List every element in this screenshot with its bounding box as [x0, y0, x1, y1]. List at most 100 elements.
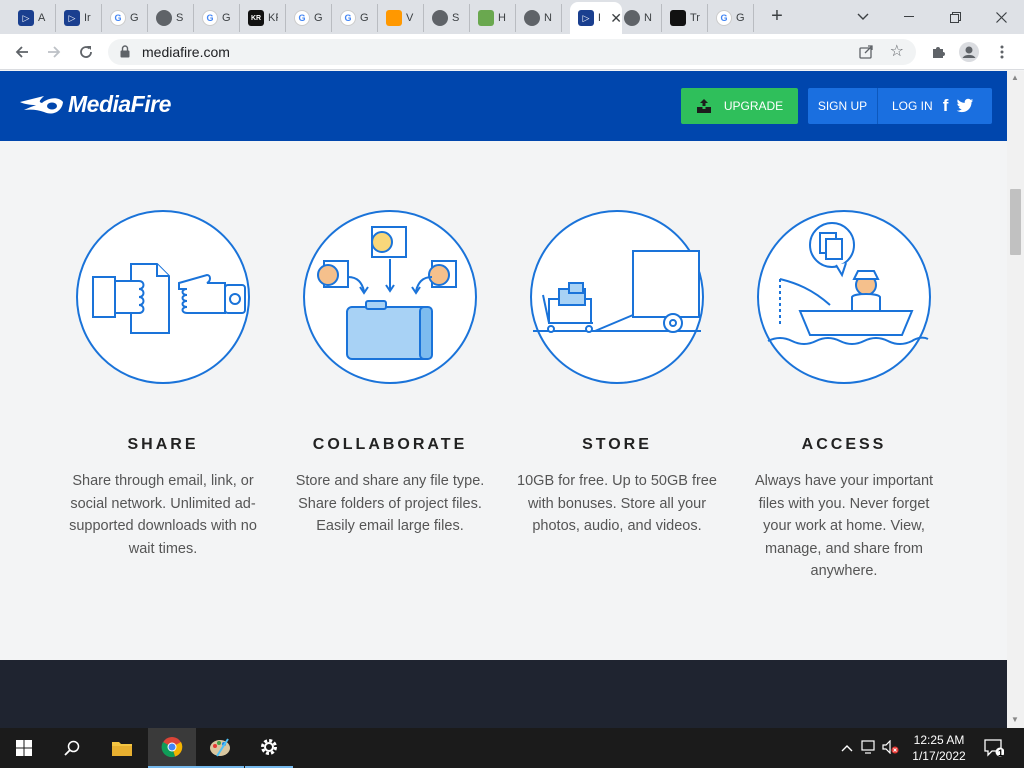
tab-title: N	[544, 12, 552, 24]
feature-store: STORE 10GB for free. Up to 50GB free wit…	[512, 209, 722, 538]
feature-collaborate: COLLABORATE Store and share any file typ…	[285, 209, 495, 538]
back-arrow-icon	[15, 46, 28, 58]
google-icon: G	[294, 10, 310, 26]
forward-button[interactable]	[42, 40, 66, 64]
search-button[interactable]	[48, 728, 96, 768]
browser-menu-icon[interactable]	[992, 42, 1012, 62]
browser-tab[interactable]: GG h	[194, 4, 240, 32]
upgrade-label: UPGRADE	[723, 99, 784, 113]
upload-box-icon	[696, 99, 711, 113]
restore-button[interactable]	[932, 4, 978, 30]
file-explorer-button[interactable]	[98, 728, 146, 768]
globe-icon	[156, 10, 172, 26]
screen: ▷A▷IrGG cSGG hKRKR HGG nGG leVSHN▷Fi✕NTr…	[0, 0, 1024, 768]
browser-tab[interactable]: GG n	[286, 4, 332, 32]
extensions-puzzle-icon[interactable]	[928, 42, 948, 62]
system-tray	[838, 728, 902, 768]
scrollbar-thumb[interactable]	[1010, 189, 1021, 255]
tab-title: H	[498, 12, 506, 24]
url-text[interactable]: mediafire.com	[142, 44, 230, 60]
sign-up-button[interactable]: SIGN UP	[808, 88, 878, 124]
notification-count-badge: 1	[998, 748, 1004, 758]
minimize-button[interactable]	[886, 4, 932, 30]
system-clock[interactable]: 12:25 AM 1/17/2022	[906, 732, 972, 764]
fisherman-boat-icon	[757, 210, 931, 384]
tab-title: S	[452, 12, 460, 24]
tab-title: N	[644, 12, 652, 24]
v-icon	[670, 10, 686, 26]
network-icon[interactable]	[858, 739, 880, 757]
reload-icon	[80, 46, 92, 58]
browser-tab[interactable]: H	[470, 4, 516, 32]
folder-icon	[112, 742, 132, 756]
browser-tab[interactable]: N	[516, 4, 562, 32]
feature-title: SHARE	[127, 436, 199, 453]
tab-search-icon[interactable]	[840, 4, 886, 30]
scroll-down-arrow-icon[interactable]: ▼	[1011, 715, 1019, 724]
feature-title: STORE	[582, 436, 652, 453]
browser-tab[interactable]: ▷ Ir	[56, 4, 102, 32]
browser-tab[interactable]: ▷Fi✕	[570, 2, 622, 34]
volume-muted-icon[interactable]	[880, 739, 902, 757]
browser-tab[interactable]: GG c	[102, 4, 148, 32]
browser-tab[interactable]: GG m	[708, 4, 754, 32]
google-icon: G	[110, 10, 126, 26]
browser-tab[interactable]: G G le	[332, 4, 378, 32]
tab-title: Fi	[598, 12, 600, 24]
paint-app-button[interactable]	[196, 728, 244, 768]
start-button[interactable]	[0, 728, 48, 768]
paint-palette-icon	[210, 738, 230, 757]
settings-app-button[interactable]	[245, 728, 293, 768]
webpage: MediaFire UPGRADE SIGN UP LOG IN f SHARE…	[0, 71, 1007, 728]
feature-description: Store and share any file type. Share fol…	[295, 473, 485, 534]
feature-title: ACCESS	[801, 436, 887, 453]
tab-title: S	[176, 12, 184, 24]
clock-time: 12:25 AM	[913, 733, 965, 747]
bookmark-star-icon[interactable]: ☆	[890, 41, 904, 61]
tab-title: KR H	[268, 12, 278, 24]
feature-description: Always have your important files with yo…	[754, 473, 934, 579]
browser-tab[interactable]: KR KR H	[240, 4, 286, 32]
scroll-up-arrow-icon[interactable]: ▲	[1011, 73, 1019, 82]
kr-icon: KR	[248, 10, 264, 26]
profile-avatar-icon[interactable]	[959, 42, 979, 62]
feature-description: 10GB for free. Up to 50GB free with bonu…	[517, 473, 717, 534]
back-button[interactable]	[10, 40, 34, 64]
chrome-icon	[161, 737, 183, 758]
browser-tab[interactable]: Tr	[662, 4, 708, 32]
reload-button[interactable]	[74, 40, 98, 64]
share-icon[interactable]	[858, 44, 874, 60]
new-tab-button[interactable]: +	[766, 5, 788, 28]
browser-tab[interactable]: S	[424, 4, 470, 32]
tab-title: V	[406, 12, 414, 24]
twitter-icon[interactable]	[956, 98, 974, 114]
action-center-button[interactable]: 1	[974, 728, 1014, 768]
chrome-taskbar-button[interactable]	[148, 728, 196, 768]
browser-tab[interactable]: V	[378, 4, 424, 32]
people-folder-icon	[303, 210, 477, 384]
clock-date: 1/17/2022	[912, 749, 966, 763]
facebook-icon[interactable]: f	[943, 96, 949, 116]
address-bar[interactable]: mediafire.com ☆	[108, 39, 916, 65]
browser-tab[interactable]: ▷ A	[10, 4, 56, 32]
logo-wordmark: MediaFire	[68, 91, 171, 117]
forward-arrow-icon	[48, 46, 61, 58]
mediafire-logo[interactable]: MediaFire	[18, 91, 171, 118]
show-hidden-icons-chevron-icon[interactable]	[838, 741, 856, 755]
page-scrollbar[interactable]: ▲ ▼	[1007, 71, 1024, 728]
browser-tab[interactable]: S	[148, 4, 194, 32]
feature-description: Share through email, link, or social net…	[69, 473, 257, 557]
feature-title: COLLABORATE	[312, 436, 468, 453]
mediafire-icon: ▷	[578, 10, 594, 26]
close-window-button[interactable]	[978, 4, 1024, 30]
handshake-document-icon	[76, 210, 250, 384]
log-in-button[interactable]: LOG IN	[892, 99, 933, 113]
google-icon: G	[202, 10, 218, 26]
browser-tab[interactable]: N	[616, 4, 662, 32]
tab-title: G n	[314, 12, 324, 24]
tab-title: Tr	[690, 12, 700, 24]
upgrade-button[interactable]: UPGRADE	[681, 88, 798, 124]
browser-tab-strip: ▷A▷IrGG cSGG hKRKR HGG nGG leVSHN▷Fi✕NTr…	[0, 0, 1024, 34]
search-icon	[64, 740, 80, 756]
flame-logo-icon	[20, 95, 63, 114]
